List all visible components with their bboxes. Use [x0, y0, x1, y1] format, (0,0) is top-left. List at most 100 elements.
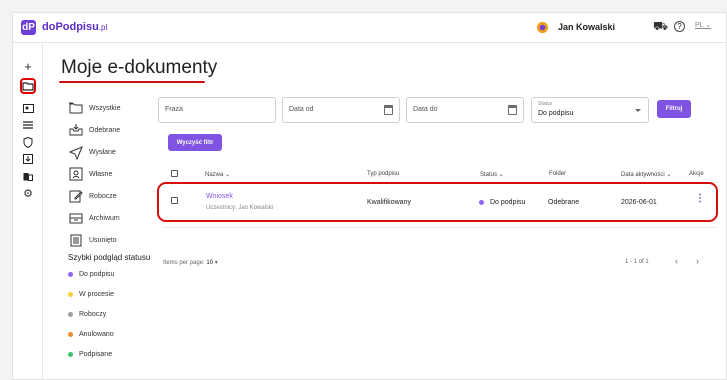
- logo-suffix: .pl: [98, 23, 108, 32]
- column-header-sign-type: Typ podpisu: [367, 171, 400, 177]
- status-dot: [68, 292, 73, 297]
- logo[interactable]: doPodpisu.pl: [42, 21, 107, 33]
- language-select[interactable]: PL ⌄: [695, 21, 711, 29]
- quick-status-anulowano[interactable]: Anulowano: [68, 331, 114, 338]
- folder-label: Wysłane: [89, 148, 116, 156]
- items-per-page-value: 10: [206, 260, 214, 266]
- row-divider: [163, 227, 718, 228]
- filter-button[interactable]: Filtruj: [657, 100, 691, 118]
- calendar-icon[interactable]: [384, 105, 393, 115]
- status-select[interactable]: Status Do podpisu: [531, 97, 649, 123]
- calendar-icon[interactable]: [508, 105, 517, 115]
- folder-item-robocze[interactable]: Robocze: [68, 185, 158, 207]
- status-label: Anulowano: [79, 331, 114, 338]
- quick-status-do-podpisu[interactable]: Do podpisu: [68, 271, 114, 278]
- column-header-folder: Folder: [549, 171, 567, 177]
- status-label: Roboczy: [79, 311, 107, 318]
- chevron-down-icon: ▾: [214, 260, 218, 266]
- status-label: Podpisane: [79, 351, 113, 358]
- row-actions-kebab-icon[interactable]: ⋮: [695, 193, 705, 204]
- column-header-actions: Akcje: [689, 171, 704, 177]
- folder-label: Archiwum: [89, 214, 120, 222]
- logo-icon[interactable]: dP: [21, 20, 36, 35]
- active-date-cell: 2026-06-01: [621, 199, 657, 206]
- phrase-placeholder: Fraza: [165, 106, 183, 113]
- folder-item-wlasne[interactable]: Własne: [68, 163, 158, 185]
- folder-item-archiwum[interactable]: Archiwum: [68, 207, 158, 229]
- language-label: PL: [695, 22, 704, 29]
- document-name-link[interactable]: Wniosek: [206, 193, 233, 200]
- folder-item-odebrane[interactable]: Odebrane: [68, 119, 158, 141]
- document-participants: Uczestnicy: Jan Kowalski: [206, 205, 274, 211]
- user-name[interactable]: Jan Kowalski: [558, 22, 615, 32]
- shield-icon[interactable]: [20, 135, 36, 149]
- menu-icon[interactable]: [20, 118, 36, 132]
- status-dot: [68, 332, 73, 337]
- left-rail: + ⚙: [13, 43, 43, 379]
- phrase-input[interactable]: Fraza: [158, 97, 276, 123]
- building-icon[interactable]: [20, 169, 36, 183]
- date-to-input[interactable]: Data do: [406, 97, 524, 123]
- own-docs-icon: [69, 167, 83, 181]
- status-label: W procesie: [79, 291, 115, 298]
- items-per-page[interactable]: Items per page: 10 ▾: [163, 259, 218, 266]
- status-cell: Do podpisu: [479, 199, 525, 206]
- folders-icon: [69, 102, 83, 114]
- prev-page-icon[interactable]: ‹: [675, 256, 678, 266]
- status-text: Do podpisu: [490, 199, 526, 206]
- pagination-range: 1 - 1 of 1: [625, 259, 649, 265]
- folder-label: Wszystkie: [89, 104, 121, 112]
- quick-status-roboczy[interactable]: Roboczy: [68, 311, 106, 318]
- chevron-down-icon: [635, 109, 641, 112]
- inbox-icon: [69, 124, 83, 136]
- column-header-name[interactable]: Nazwa ⌄: [205, 171, 230, 178]
- folder-item-wszystkie[interactable]: Wszystkie: [68, 97, 158, 119]
- settings-icon[interactable]: ⚙: [20, 186, 36, 200]
- status-label: Do podpisu: [79, 271, 115, 278]
- help-icon[interactable]: ?: [674, 21, 685, 32]
- status-dot: [68, 312, 73, 317]
- next-page-icon[interactable]: ›: [696, 256, 699, 266]
- sign-type-cell: Kwalifikowany: [367, 199, 411, 206]
- folder-icon[interactable]: [20, 78, 36, 94]
- send-icon: [68, 146, 83, 160]
- folder-cell: Odebrane: [548, 199, 580, 206]
- status-select-value: Do podpisu: [538, 110, 574, 117]
- top-bar: dP doPodpisu.pl Jan Kowalski ⛟ ? PL ⌄: [13, 13, 726, 43]
- download-icon[interactable]: [20, 152, 36, 166]
- archive-icon: [69, 213, 83, 224]
- column-header-active-date[interactable]: Data aktywności ⌄: [621, 171, 671, 178]
- status-select-label: Status: [538, 101, 553, 107]
- quick-status-podpisane[interactable]: Podpisane: [68, 351, 112, 358]
- trash-icon: [70, 234, 82, 247]
- plus-icon[interactable]: +: [20, 59, 36, 74]
- app-window: dP doPodpisu.pl Jan Kowalski ⛟ ? PL ⌄ + …: [12, 12, 727, 380]
- items-per-page-label: Items per page:: [163, 260, 205, 266]
- cart-icon[interactable]: ⛟: [653, 19, 668, 35]
- date-from-input[interactable]: Data od: [282, 97, 400, 123]
- clear-filter-button[interactable]: Wyczyść filtr: [168, 134, 222, 151]
- draft-edit-icon: [69, 190, 83, 203]
- page-title: Moje e-dokumenty: [61, 57, 218, 78]
- logo-main: doPodpisu: [42, 21, 99, 33]
- contact-card-icon[interactable]: [20, 101, 36, 115]
- folder-list: Wszystkie Odebrane Wysłane Własne Robocz…: [68, 97, 158, 251]
- folder-label: Robocze: [89, 192, 117, 200]
- folder-label: Własne: [89, 170, 113, 178]
- folder-label: Usunięto: [89, 236, 117, 244]
- quick-status-w-procesie[interactable]: W procesie: [68, 291, 114, 298]
- date-from-placeholder: Data od: [289, 106, 314, 113]
- title-underline: [59, 81, 205, 83]
- status-dot: [68, 352, 73, 357]
- column-header-status[interactable]: Status ⌄: [480, 171, 504, 178]
- date-to-placeholder: Data do: [413, 106, 438, 113]
- user-badge-icon[interactable]: [536, 21, 549, 34]
- status-dot: [68, 272, 73, 277]
- row-checkbox[interactable]: [171, 197, 178, 204]
- folder-item-usunieto[interactable]: Usunięto: [68, 229, 158, 251]
- folder-label: Odebrane: [89, 126, 121, 134]
- quick-status-title: Szybki podgląd statusu: [68, 253, 151, 262]
- status-dot: [479, 200, 484, 205]
- select-all-checkbox[interactable]: [171, 170, 178, 177]
- folder-item-wyslane[interactable]: Wysłane: [68, 141, 158, 163]
